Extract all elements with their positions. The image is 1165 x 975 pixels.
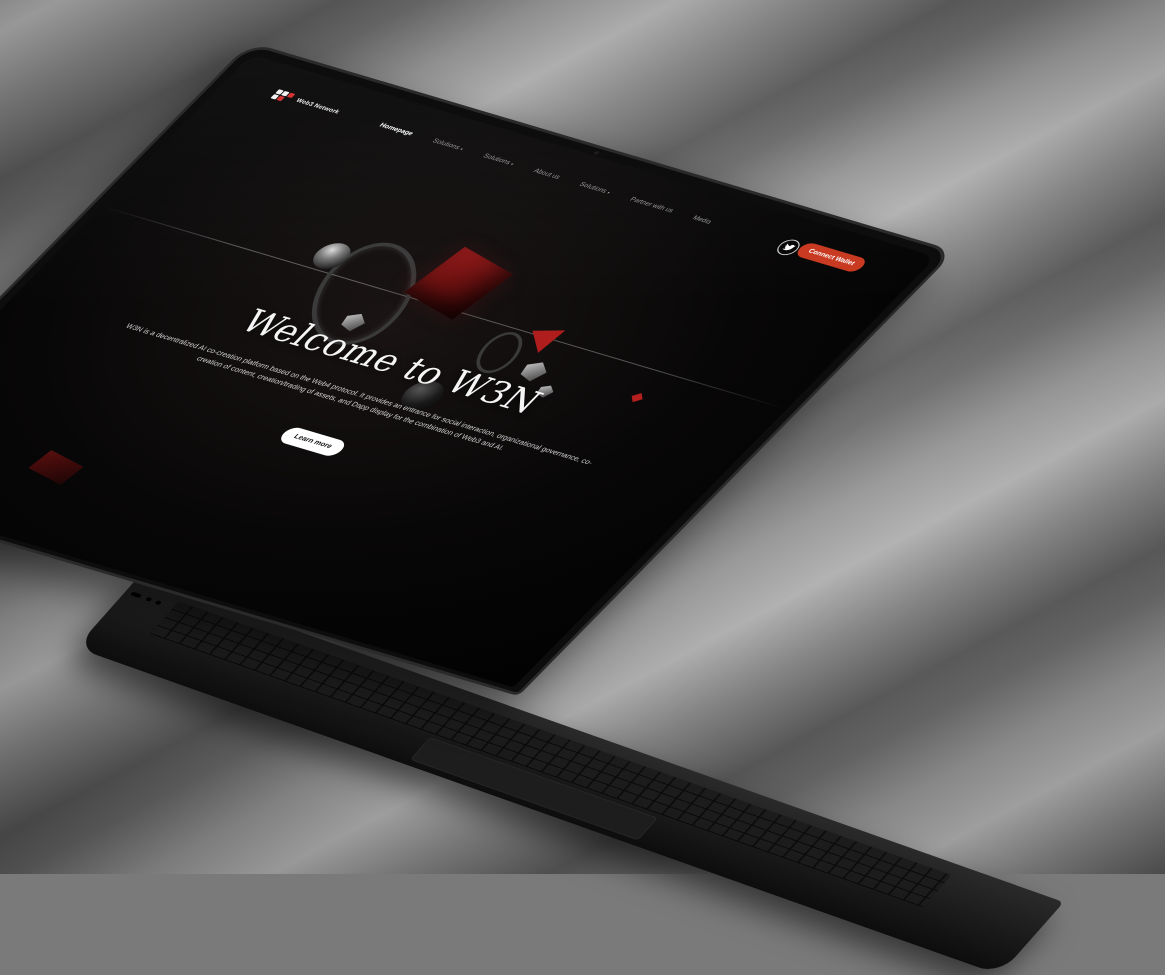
nav-item-partner-with-us[interactable]: Partner with us bbox=[628, 196, 675, 214]
red-shape-partial bbox=[28, 450, 84, 485]
nav-item-media[interactable]: Media bbox=[691, 215, 714, 226]
chevron-down-icon: ▾ bbox=[458, 146, 465, 152]
twitter-icon bbox=[781, 243, 796, 251]
learn-more-button[interactable]: Learn more bbox=[276, 425, 350, 458]
usb-port bbox=[129, 591, 143, 599]
nav-item-about-us[interactable]: About us bbox=[532, 168, 562, 181]
w3n-logo-icon bbox=[270, 89, 297, 104]
red-diamond-shape bbox=[631, 393, 643, 403]
nav-item-homepage[interactable]: Homepage bbox=[377, 122, 414, 137]
nav-item-solutions[interactable]: Solutions▾ bbox=[577, 181, 612, 195]
red-cone-shape bbox=[521, 330, 566, 353]
brand-name: Web3 Network bbox=[294, 98, 341, 116]
connect-wallet-button[interactable]: Connect Wallet bbox=[793, 241, 870, 274]
red-cube-shape bbox=[404, 246, 513, 320]
usb-port bbox=[145, 596, 153, 602]
nav-item-solutions[interactable]: Solutions▾ bbox=[481, 153, 516, 167]
nav-item-solutions[interactable]: Solutions▾ bbox=[430, 138, 465, 152]
audio-port bbox=[154, 600, 163, 606]
brand-logo[interactable]: Web3 Network bbox=[270, 89, 343, 118]
chevron-down-icon: ▾ bbox=[605, 190, 612, 195]
